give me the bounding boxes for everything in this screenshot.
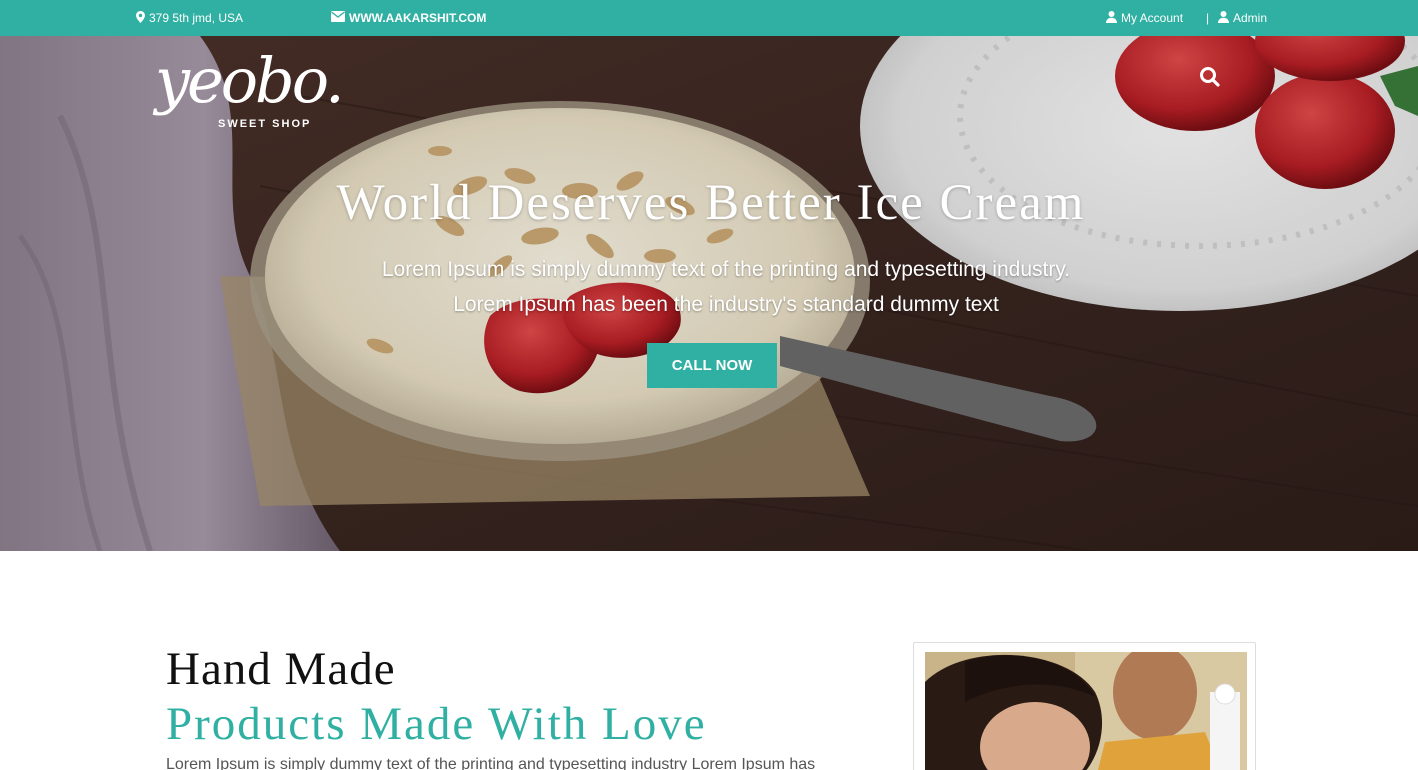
admin-text[interactable]: Admin: [1233, 11, 1267, 25]
top-bar: 379 5th jmd, USA WWW.AAKARSHIT.COM My Ac…: [0, 0, 1418, 36]
section-text: Lorem Ipsum is simply dummy text of the …: [166, 756, 816, 770]
section-heading: Hand Made: [166, 643, 396, 695]
my-account-text[interactable]: My Account: [1121, 11, 1183, 25]
address-text: 379 5th jmd, USA: [149, 11, 244, 25]
map-marker-icon: [136, 10, 149, 26]
website-text[interactable]: WWW.AAKARSHIT.COM: [349, 11, 486, 25]
my-account-link[interactable]: My Account: [1106, 0, 1183, 36]
call-now-button[interactable]: CALL NOW: [647, 343, 777, 388]
hero-text-line1: Lorem Ipsum is simply dummy text of the …: [381, 258, 1071, 281]
user-icon: [1218, 10, 1233, 26]
section-subheading: Products Made With Love: [166, 698, 707, 750]
envelope-icon: [331, 11, 349, 25]
logo-word: yeobo.: [155, 44, 345, 117]
logo-subtitle: SWEET SHOP: [218, 118, 312, 130]
admin-link[interactable]: Admin: [1218, 0, 1267, 36]
user-icon: [1106, 10, 1121, 26]
address-info: 379 5th jmd, USA: [136, 0, 243, 36]
topbar-separator: |: [1206, 11, 1210, 25]
about-photo: [913, 642, 1256, 770]
hero-text-line2: Lorem Ipsum has been the industry's stan…: [453, 293, 999, 316]
website-link[interactable]: WWW.AAKARSHIT.COM: [331, 0, 486, 36]
search-button[interactable]: [1199, 66, 1223, 90]
hero-title: World Deserves Better Ice Cream: [336, 175, 1086, 231]
site-logo[interactable]: yeobo. SWEET SHOP: [155, 44, 345, 160]
baker-photo-image: [925, 652, 1247, 770]
search-icon: [1199, 67, 1221, 92]
